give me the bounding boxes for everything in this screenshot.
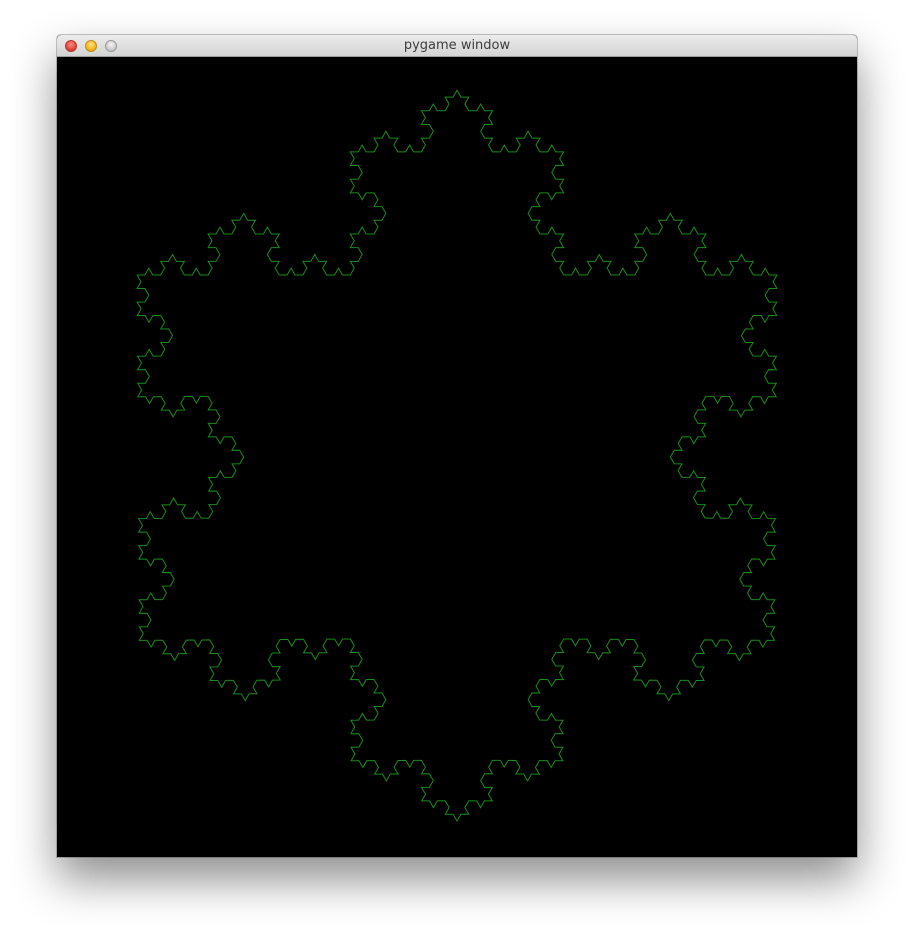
app-window: pygame window <box>57 35 857 857</box>
koch-snowflake-curve <box>136 89 778 822</box>
koch-snowflake-drawing <box>136 89 778 822</box>
window-title: pygame window <box>403 38 511 53</box>
pygame-canvas[interactable] <box>57 57 857 857</box>
title-bar[interactable]: pygame window <box>57 35 857 57</box>
